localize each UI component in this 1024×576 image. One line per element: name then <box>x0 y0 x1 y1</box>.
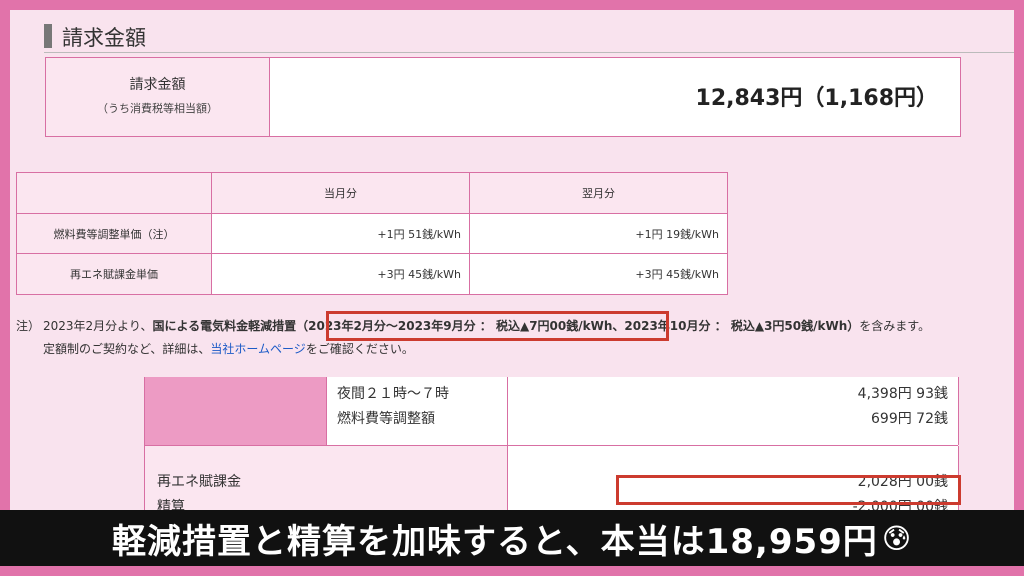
rates-header-next: 翌月分 <box>470 173 727 214</box>
rates-row-next: +3円 45銭/kWh <box>470 254 727 294</box>
rates-row-current: +3円 45銭/kWh <box>212 254 470 294</box>
billing-label: 請求金額 <box>129 77 186 93</box>
section-header: 請求金額 <box>44 20 1014 53</box>
detail-category-cell <box>145 377 327 445</box>
caption-bar: 軽減措置と精算を加味すると、本当は18,959円 😰 <box>0 510 1024 566</box>
rates-row-label: 再エネ賦課金単価 <box>17 254 212 294</box>
note-emphasis: 国による電気料金軽減措置 <box>152 319 297 333</box>
settlement-highlight-box <box>616 475 961 505</box>
unit-price-table: 当月分 翌月分 燃料費等調整単価（注） +1円 51銭/kWh +1円 19銭/… <box>16 172 728 295</box>
billing-sub-label: （うち消費税等相当額） <box>97 102 218 115</box>
note-highlight-box <box>326 311 669 341</box>
night-rate-label: 夜間２１時〜７時 <box>337 386 449 402</box>
billing-amount: 12,843円（1,168円） <box>695 86 938 111</box>
note-text: 2023年2月分より、 <box>43 319 153 333</box>
section-title: 請求金額 <box>62 26 146 50</box>
billing-label-cell: 請求金額 （うち消費税等相当額） <box>46 58 270 136</box>
homepage-link[interactable]: 当社ホームページ <box>210 342 305 356</box>
section-header-bar <box>44 24 52 48</box>
rates-corner-cell <box>17 173 212 214</box>
note-prefix: 注） <box>16 319 41 333</box>
rates-row-next: +1円 19銭/kWh <box>470 214 727 254</box>
note-text: をご確認ください。 <box>305 342 414 356</box>
rates-row-label: 燃料費等調整単価（注） <box>17 214 212 254</box>
caption-text: 軽減措置と精算を加味すると、本当は18,959円 <box>111 521 878 562</box>
detail-value-cell: 4,398円 93銭 699円 72銭 <box>508 377 959 445</box>
detail-item-cell: 夜間２１時〜７時 燃料費等調整額 <box>327 377 508 445</box>
anxious-face-icon: 😰 <box>881 521 913 555</box>
billing-table: 請求金額 （うち消費税等相当額） 12,843円（1,168円） <box>45 57 961 137</box>
note-line-2: 定額制のご契約など、詳細は、当社ホームページをご確認ください。 <box>43 340 414 357</box>
rates-row-current: +1円 51銭/kWh <box>212 214 470 254</box>
screenshot-frame: 請求金額 請求金額 （うち消費税等相当額） 12,843円（1,168円） 当月… <box>10 10 1014 566</box>
note-text: を含みます。 <box>859 319 931 333</box>
renewable-levy-label: 再エネ賦課金 <box>157 474 241 490</box>
fuel-adjust-label: 燃料費等調整額 <box>337 411 435 427</box>
note-text: 定額制のご契約など、詳細は、 <box>43 342 211 356</box>
rates-header-current: 当月分 <box>212 173 470 214</box>
night-rate-value: 4,398円 93銭 <box>857 386 948 402</box>
fuel-adjust-value: 699円 72銭 <box>871 411 948 427</box>
